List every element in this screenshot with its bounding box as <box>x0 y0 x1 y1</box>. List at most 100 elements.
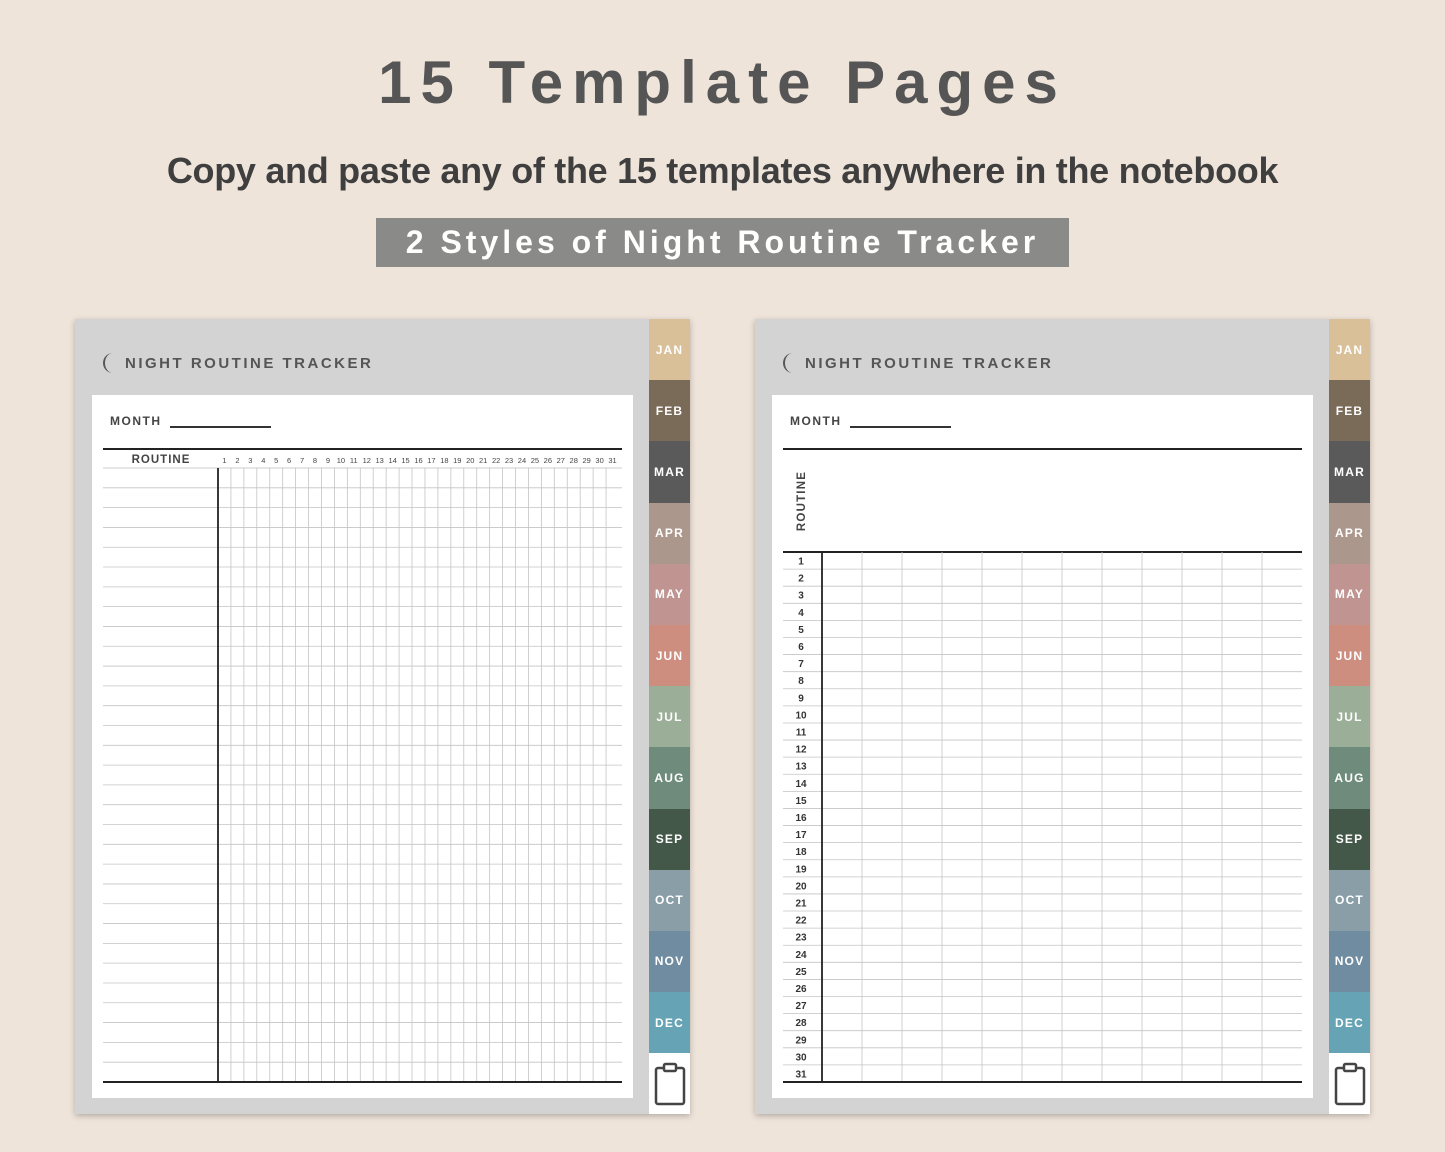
day-number: 29 <box>582 456 590 465</box>
subheadline: Copy and paste any of the 15 templates a… <box>166 150 1279 191</box>
day-number: 22 <box>492 456 500 465</box>
tab-nov[interactable]: NOV <box>649 930 690 993</box>
day-number: 19 <box>795 864 807 875</box>
day-number: 26 <box>795 984 807 995</box>
day-number: 4 <box>798 608 804 619</box>
tab-feb[interactable]: FEB <box>649 380 690 442</box>
day-number: 21 <box>795 898 807 909</box>
day-number: 1 <box>798 557 804 568</box>
day-number: 13 <box>376 456 384 465</box>
tab-dec[interactable]: DEC <box>649 992 690 1054</box>
day-number: 8 <box>313 456 317 465</box>
routine-grid[interactable]: ROUTINE123456789101112131415161718192021… <box>92 395 633 1098</box>
day-number: 3 <box>248 456 252 465</box>
day-number: 3 <box>798 591 804 602</box>
page-header: NIGHT ROUTINE TRACKER <box>780 352 1053 374</box>
day-number: 7 <box>798 659 804 670</box>
day-number: 11 <box>796 728 807 739</box>
day-number: 18 <box>440 456 448 465</box>
day-number: 15 <box>795 796 807 807</box>
tab-sep[interactable]: SEP <box>649 808 690 870</box>
tab-oct[interactable]: OCT <box>649 869 690 931</box>
day-number: 10 <box>337 456 345 465</box>
day-number: 2 <box>235 456 239 465</box>
tab-sep[interactable]: SEP <box>1329 808 1370 870</box>
tab-apr[interactable]: APR <box>649 502 690 564</box>
day-number: 4 <box>261 456 265 465</box>
day-number: 25 <box>795 967 807 978</box>
day-number: 16 <box>795 813 807 824</box>
day-number: 6 <box>287 456 291 465</box>
day-number: 11 <box>350 456 358 465</box>
page-title: NIGHT ROUTINE TRACKER <box>125 354 374 372</box>
page-title: NIGHT ROUTINE TRACKER <box>805 354 1054 372</box>
tab-jan[interactable]: JAN <box>649 319 690 381</box>
day-number: 6 <box>798 642 804 653</box>
tracker-page-style-1: NIGHT ROUTINE TRACKER MONTH ROUTINE 1 2 3 4 5… <box>75 319 690 1115</box>
tracker-page-style-2: NIGHT ROUTINE TRACKER MONTH ROUTINE 1 2 3 4 5… <box>755 319 1370 1115</box>
day-number: 31 <box>608 456 616 465</box>
day-number: 27 <box>557 456 565 465</box>
tab-jul[interactable]: JUL <box>1329 686 1370 748</box>
tracker-sheet: MONTH ROUTINE 1 2 3 4 5 6 7 8 9 10 11 12 13 14 15 16 17 18… <box>92 395 633 1098</box>
routine-grid[interactable]: ROUTINE123456789101112131415161718192021… <box>772 395 1313 1098</box>
tab-mar[interactable]: MAR <box>1329 441 1370 503</box>
headline: 15 Template Pages <box>378 49 1067 116</box>
tab-jul[interactable]: JUL <box>649 686 690 748</box>
day-number: 28 <box>570 456 578 465</box>
day-number: 14 <box>795 779 807 790</box>
day-number: 30 <box>595 456 603 465</box>
day-number: 14 <box>388 456 396 465</box>
day-number: 31 <box>795 1069 807 1080</box>
tab-mar[interactable]: MAR <box>649 441 690 503</box>
day-number: 8 <box>798 676 804 687</box>
day-number: 12 <box>363 456 371 465</box>
month-tabs: JAN FEB MAR APR MAY JUN JUL AUG SEP OCT NOV DEC <box>1329 319 1370 1115</box>
tab-jun[interactable]: JUN <box>649 624 690 687</box>
day-number: 26 <box>544 456 552 465</box>
tab-notes[interactable] <box>649 1053 690 1115</box>
day-number: 25 <box>531 456 539 465</box>
day-number: 7 <box>300 456 304 465</box>
moon-icon <box>783 353 793 373</box>
day-number: 20 <box>466 456 474 465</box>
tab-oct[interactable]: OCT <box>1329 869 1370 931</box>
tab-jun[interactable]: JUN <box>1329 624 1370 687</box>
day-number: 17 <box>427 456 435 465</box>
page-header: NIGHT ROUTINE TRACKER <box>100 352 373 374</box>
day-number: 30 <box>795 1052 807 1063</box>
tab-nov[interactable]: NOV <box>1329 930 1370 993</box>
day-number: 12 <box>795 745 807 756</box>
clipboard-icon <box>654 1062 685 1105</box>
day-number: 24 <box>518 456 526 465</box>
tab-aug[interactable]: AUG <box>649 747 690 809</box>
day-number: 18 <box>795 847 807 858</box>
tab-may[interactable]: MAY <box>649 563 690 625</box>
day-number: 17 <box>795 830 807 841</box>
day-number: 2 <box>798 574 804 585</box>
style-banner: 2 Styles of Night Routine Tracker <box>376 218 1069 267</box>
day-number: 9 <box>326 456 330 465</box>
tab-aug[interactable]: AUG <box>1329 747 1370 809</box>
tab-apr[interactable]: APR <box>1329 502 1370 564</box>
clipboard-icon <box>1334 1062 1365 1105</box>
routine-label: ROUTINE <box>132 454 191 466</box>
day-number: 9 <box>798 693 804 704</box>
tab-dec[interactable]: DEC <box>1329 992 1370 1054</box>
day-number: 16 <box>414 456 422 465</box>
day-number: 1 <box>222 456 226 465</box>
tab-jan[interactable]: JAN <box>1329 319 1370 381</box>
tab-notes[interactable] <box>1329 1053 1370 1115</box>
day-number: 23 <box>795 933 807 944</box>
tab-may[interactable]: MAY <box>1329 563 1370 625</box>
tab-feb[interactable]: FEB <box>1329 380 1370 442</box>
day-number: 5 <box>798 625 804 636</box>
day-number: 5 <box>274 456 278 465</box>
day-number: 27 <box>795 1001 807 1012</box>
day-number: 10 <box>795 710 807 721</box>
day-number: 19 <box>453 456 461 465</box>
day-number: 15 <box>401 456 409 465</box>
month-tabs: JAN FEB MAR APR MAY JUN JUL AUG SEP OCT NOV DEC <box>649 319 690 1115</box>
day-number: 29 <box>795 1035 807 1046</box>
day-number: 13 <box>795 762 807 773</box>
